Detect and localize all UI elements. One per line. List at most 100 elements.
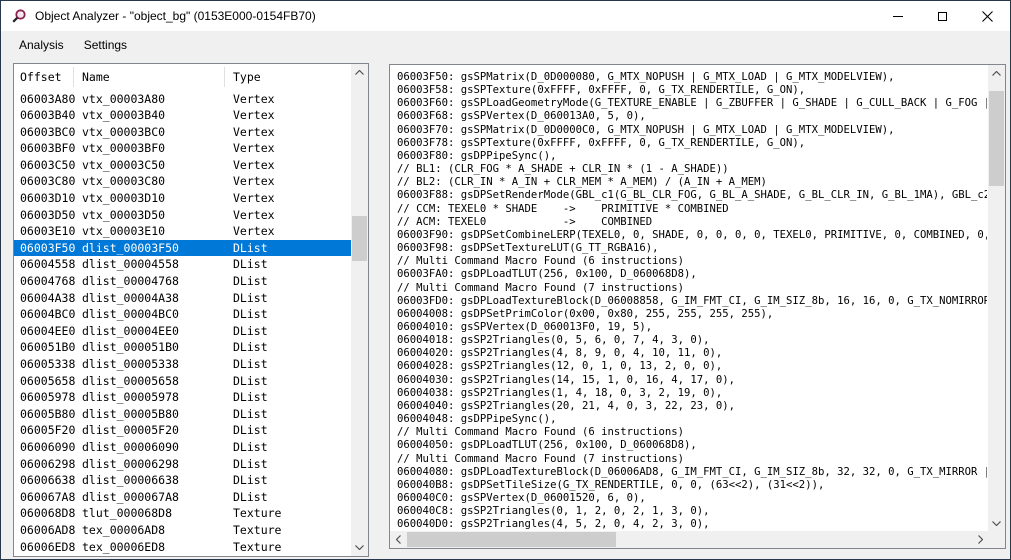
cell-name: dlist_00005B80 <box>82 406 179 423</box>
scroll-down-button[interactable] <box>988 515 1005 532</box>
cell-type: DList <box>233 339 268 356</box>
code-vertical-scrollbar[interactable] <box>988 65 1005 532</box>
scrollbar-thumb[interactable] <box>407 532 616 547</box>
table-row[interactable]: 06004558dlist_00004558DList <box>14 256 352 273</box>
column-divider <box>73 67 74 87</box>
scrollbar-thumb[interactable] <box>989 91 1004 186</box>
minimize-icon <box>893 16 903 17</box>
code-line: 060040C8: gsSP2Triangles(0, 1, 2, 0, 2, … <box>397 505 987 518</box>
table-row[interactable]: 06004EE0dlist_00004EE0DList <box>14 323 352 340</box>
scrollbar-thumb[interactable] <box>352 216 367 261</box>
code-line: // BL1: (CLR_FOG * A_SHADE + CLR_IN * (1… <box>397 163 987 176</box>
column-header-type[interactable]: Type <box>233 70 261 84</box>
table-row[interactable]: 06006ED8tex_00006ED8Texture <box>14 539 352 556</box>
table-row[interactable]: 06003D10vtx_00003D10Vertex <box>14 190 352 207</box>
menu-settings[interactable]: Settings <box>74 33 137 57</box>
table-row[interactable]: 06004A38dlist_00004A38DList <box>14 290 352 307</box>
table-row[interactable]: 06005978dlist_00005978DList <box>14 389 352 406</box>
maximize-button[interactable] <box>920 1 965 31</box>
cell-offset: 06004A38 <box>20 290 75 307</box>
cell-type: Vertex <box>233 107 275 124</box>
scroll-left-button[interactable] <box>390 531 407 548</box>
table-row[interactable]: 06006090dlist_00006090DList <box>14 439 352 456</box>
cell-name: vtx_00003B40 <box>82 107 165 124</box>
cell-name: dlist_00005338 <box>82 356 179 373</box>
chevron-right-icon <box>978 535 983 544</box>
table-row[interactable]: 06003D50vtx_00003D50Vertex <box>14 207 352 224</box>
cell-name: vtx_00003BF0 <box>82 140 165 157</box>
code-line: 06003F88: gsDPSetRenderMode(GBL_c1(G_BL_… <box>397 189 987 202</box>
table-row[interactable]: 06003B40vtx_00003B40Vertex <box>14 107 352 124</box>
code-line: 06004010: gsSPVertex(D_060013F0, 19, 5), <box>397 321 987 334</box>
cell-name: dlist_000051B0 <box>82 339 179 356</box>
cell-name: dlist_00004768 <box>82 273 179 290</box>
cell-name: dlist_00005658 <box>82 373 179 390</box>
close-icon <box>982 11 993 22</box>
code-line: 060040C0: gsSPVertex(D_06001520, 6, 0), <box>397 492 987 505</box>
code-line: // Multi Command Macro Found (7 instruct… <box>397 453 987 466</box>
scroll-right-button[interactable] <box>972 531 989 548</box>
cell-name: vtx_00003BC0 <box>82 124 165 141</box>
table-row[interactable]: 06005B80dlist_00005B80DList <box>14 406 352 423</box>
code-line: 06004040: gsSP2Triangles(20, 21, 4, 0, 3… <box>397 400 987 413</box>
table-row[interactable]: 06006298dlist_00006298DList <box>14 456 352 473</box>
cell-name: vtx_00003C80 <box>82 173 165 190</box>
table-row[interactable]: 06003A80vtx_00003A80Vertex <box>14 91 352 108</box>
scroll-down-button[interactable] <box>351 539 368 556</box>
cell-offset: 06006AD8 <box>20 522 75 539</box>
table-row[interactable]: 06005338dlist_00005338DList <box>14 356 352 373</box>
cell-offset: 06005338 <box>20 356 75 373</box>
magnifier-app-icon <box>11 8 27 24</box>
table-row[interactable]: 06006638dlist_00006638DList <box>14 472 352 489</box>
cell-type: DList <box>233 472 268 489</box>
table-row[interactable]: 06004768dlist_00004768DList <box>14 273 352 290</box>
object-list-vertical-scrollbar[interactable] <box>351 64 368 556</box>
code-line: 06003F98: gsDPSetTextureLUT(G_TT_RGBA16)… <box>397 242 987 255</box>
scroll-up-button[interactable] <box>351 64 368 81</box>
titlebar[interactable]: Object Analyzer - "object_bg" (0153E000-… <box>1 1 1010 31</box>
minimize-button[interactable] <box>875 1 920 31</box>
table-row[interactable]: 06003BF0vtx_00003BF0Vertex <box>14 140 352 157</box>
code-line: 06004028: gsSP2Triangles(12, 0, 1, 0, 13… <box>397 360 987 373</box>
scroll-up-button[interactable] <box>988 65 1005 82</box>
code-panel: 06003F50: gsSPMatrix(D_0D000080, G_MTX_N… <box>389 64 1006 549</box>
table-row[interactable]: 06003E10vtx_00003E10Vertex <box>14 223 352 240</box>
cell-type: Vertex <box>233 207 275 224</box>
cell-name: vtx_00003C50 <box>82 157 165 174</box>
cell-name: dlist_00004A38 <box>82 290 179 307</box>
code-line: 06004038: gsSP2Triangles(1, 4, 18, 0, 3,… <box>397 387 987 400</box>
table-body: 06003A80vtx_00003A80Vertex06003B40vtx_00… <box>14 91 352 558</box>
cell-type: DList <box>233 456 268 473</box>
cell-name: dlist_00006298 <box>82 456 179 473</box>
table-row[interactable]: 060051B0dlist_000051B0DList <box>14 339 352 356</box>
table-row[interactable]: 06005F20dlist_00005F20DList <box>14 422 352 439</box>
cell-name: tex_00006ED8 <box>82 539 165 556</box>
table-row[interactable]: 06004BC0dlist_00004BC0DList <box>14 306 352 323</box>
column-header-offset[interactable]: Offset <box>20 70 62 84</box>
table-row[interactable]: 06003BC0vtx_00003BC0Vertex <box>14 124 352 141</box>
cell-offset: 06006090 <box>20 439 75 456</box>
table-row[interactable]: 060067A8dlist_000067A8DList <box>14 489 352 506</box>
column-header-name[interactable]: Name <box>82 70 110 84</box>
code-line: 06004020: gsSP2Triangles(4, 8, 9, 0, 4, … <box>397 347 987 360</box>
table-row[interactable]: 06005658dlist_00005658DList <box>14 373 352 390</box>
code-line: 060040D0: gsSP2Triangles(4, 5, 2, 0, 4, … <box>397 518 987 531</box>
table-row[interactable]: 06003C80vtx_00003C80Vertex <box>14 173 352 190</box>
cell-name: dlist_00004558 <box>82 256 179 273</box>
cell-offset: 06004558 <box>20 256 75 273</box>
cell-name: tlut_000068D8 <box>82 505 172 522</box>
code-line: 06004008: gsDPSetPrimColor(0x00, 0x80, 2… <box>397 308 987 321</box>
cell-name: dlist_00004EE0 <box>82 323 179 340</box>
table-row[interactable]: 06003F50dlist_00003F50DList <box>14 240 352 257</box>
table-row[interactable]: 06006AD8tex_00006AD8Texture <box>14 522 352 539</box>
table-row[interactable]: 06003C50vtx_00003C50Vertex <box>14 157 352 174</box>
cell-type: DList <box>233 406 268 423</box>
menu-analysis[interactable]: Analysis <box>9 33 74 57</box>
cell-type: DList <box>233 323 268 340</box>
chevron-left-icon <box>396 535 401 544</box>
code-line: 06004080: gsDPLoadTextureBlock(D_06006AD… <box>397 466 987 479</box>
table-row[interactable]: 060068D8tlut_000068D8Texture <box>14 505 352 522</box>
code-horizontal-scrollbar[interactable] <box>390 531 989 548</box>
code-line: 06004050: gsDPLoadTLUT(256, 0x100, D_060… <box>397 439 987 452</box>
close-button[interactable] <box>965 1 1010 31</box>
